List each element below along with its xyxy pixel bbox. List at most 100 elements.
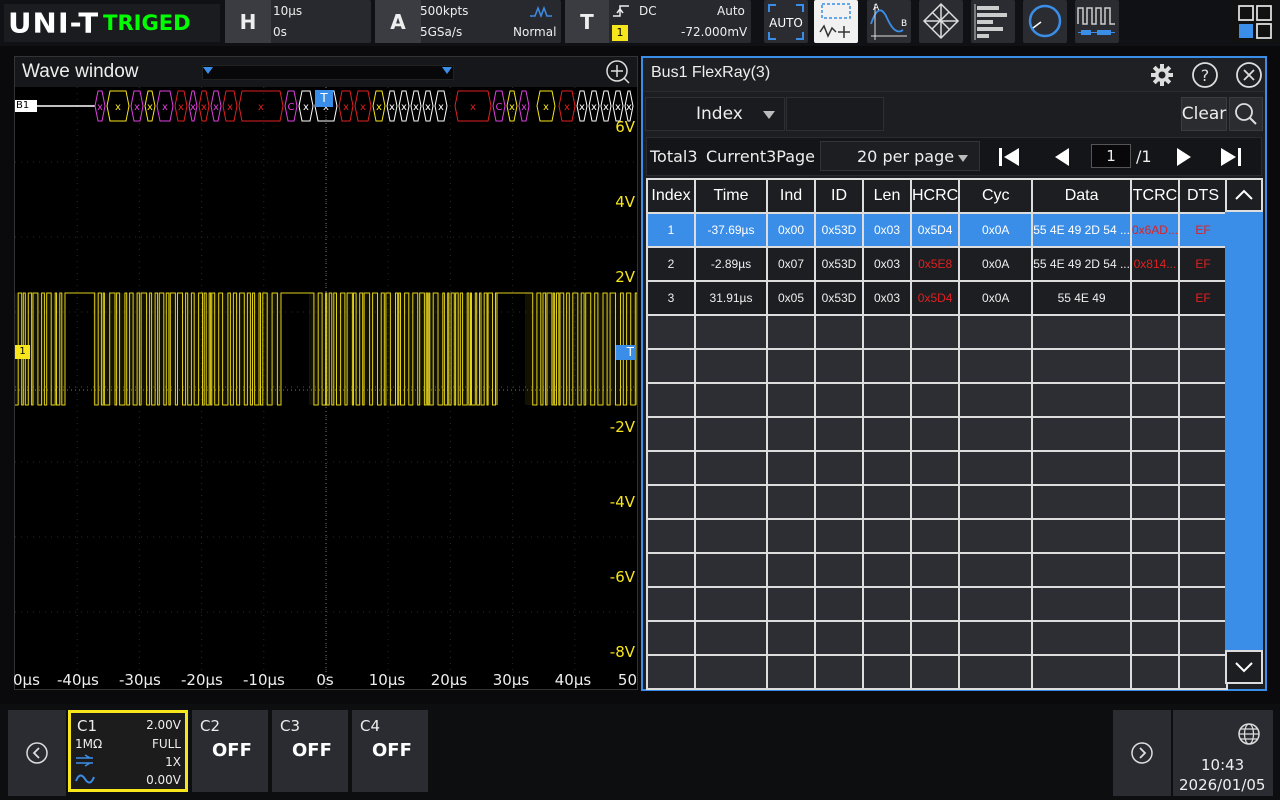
table-row[interactable]: 2 -2.89µs 0x07 0x53D 0x03 0x5E8 0x0A 55 4E 49 2… [646,246,1228,282]
acquire-block[interactable]: A 500kpts 5GSa/s Normal [375,0,561,43]
auto-button[interactable]: AUTO [764,0,808,43]
search-waveform-button[interactable] [1023,0,1067,43]
table-cell-empty [766,518,816,554]
table-cell-empty [766,484,816,520]
search-button[interactable] [1229,97,1263,131]
x-axis-label: 40µs [554,671,592,689]
table-cell-empty [958,416,1034,452]
table-cell-empty [694,620,768,656]
column-header[interactable]: Time [694,178,768,214]
bottom-bar: C1 2.00V 1MΩ FULL 1X 0.00V C2 OFF C3 OFF… [0,704,1280,800]
table-cell-empty [909,484,961,520]
table-cell-empty [814,348,864,384]
table-cell-empty [646,314,696,350]
zoom-in-icon[interactable] [605,59,631,85]
column-header[interactable]: TCRC [1129,178,1180,214]
table-cell-empty [958,518,1034,554]
apps-menu-button[interactable] [1232,0,1278,43]
table-cell-empty [766,348,816,384]
scroll-track[interactable] [1225,212,1263,650]
table-cell-empty [909,620,961,656]
settings-button[interactable] [1148,61,1176,89]
column-header[interactable]: Index [646,178,696,214]
column-header[interactable]: Ind [766,178,816,214]
filter-value-input[interactable] [786,97,884,131]
cursor-icon: AB [870,3,907,40]
per-page-value: 20 per page [857,147,955,166]
svg-text:x: x [425,102,431,113]
per-page-select[interactable]: 20 per page [820,141,980,171]
channel-prev-button[interactable] [8,710,66,796]
svg-text:x: x [438,102,444,113]
column-header[interactable]: Cyc [958,178,1034,214]
channel4-panel[interactable]: C4 OFF [352,710,428,792]
table-row[interactable]: 1 -37.69µs 0x00 0x53D 0x03 0x5D4 0x0A 55 4E 49 … [646,212,1228,248]
page-number-input[interactable]: 1 [1091,144,1131,168]
table-row-empty [646,552,1228,588]
table-cell-empty [1031,654,1132,690]
trigger-position-marker[interactable]: T [315,90,333,107]
table-cell-empty [1031,552,1132,588]
channel2-name: C2 [200,717,221,735]
clock-panel[interactable]: 10:43 2026/01/05 [1173,710,1273,796]
prev-page-icon[interactable] [1053,146,1071,168]
table-cell-empty [1129,416,1180,452]
next-page-icon[interactable] [1175,146,1193,168]
column-header[interactable]: Len [862,178,912,214]
scroll-down-button[interactable] [1225,650,1263,684]
help-button[interactable]: ? [1191,61,1219,89]
bus-label: B1 [15,100,37,112]
svg-text:x: x [591,102,597,113]
channel1-marker[interactable]: 1 [15,345,30,359]
column-header[interactable]: ID [814,178,864,214]
channel-next-button[interactable] [1113,710,1171,796]
table-cell-empty [1177,450,1228,486]
view-end-marker-icon [442,67,452,74]
table-row-empty [646,348,1228,384]
table-cell-empty [862,518,912,554]
math-button[interactable] [919,0,963,43]
wave-window[interactable]: Wave window xxxxxxxxxxxCxxxxxxxxxxxCxxxx… [13,56,638,691]
channel1-offset: 0.00V [146,773,181,787]
scroll-up-button[interactable] [1225,178,1263,212]
trigger-block[interactable]: T DC Auto 1 -72.000mV [565,0,751,43]
decode-button[interactable] [1075,0,1119,43]
table-cell-empty [766,314,816,350]
channel2-panel[interactable]: C2 OFF [192,710,268,792]
channel3-panel[interactable]: C3 OFF [272,710,348,792]
search-icon [1235,103,1257,125]
horizontal-block[interactable]: H 10µs 0s [225,0,371,43]
filter-field-select[interactable]: Index [645,97,785,131]
table-cell-time: -37.69µs [694,212,768,248]
table-cell-empty [909,552,961,588]
table-cell-empty [1177,484,1228,520]
last-page-icon[interactable] [1219,146,1243,168]
table-cell-data: 55 4E 49 2D 54 ... [1031,212,1132,248]
display-button[interactable] [971,0,1015,43]
x-axis-label: -40µs [57,671,99,689]
trigger-level-marker[interactable]: T [616,345,636,360]
close-button[interactable] [1235,61,1263,89]
table-cell-empty [694,552,768,588]
table-row-empty [646,416,1228,452]
measure-button[interactable] [814,0,858,43]
memory-position-bar[interactable] [202,65,454,80]
table-cell-empty [909,654,961,690]
table-cell-empty [694,382,768,418]
table-row-empty [646,484,1228,520]
column-header[interactable]: DTS [1177,178,1228,214]
waveform-plot[interactable]: xxxxxxxxxxxCxxxxxxxxxxxCxxxxxxxxx 6V 4V 2V… [13,87,637,691]
table-cell-ind: 0x07 [766,246,816,282]
table-scrollbar[interactable] [1225,178,1263,684]
cursor-button[interactable]: AB [867,0,911,43]
table-cell-empty [1129,518,1180,554]
first-page-icon[interactable] [997,146,1021,168]
channel1-panel[interactable]: C1 2.00V 1MΩ FULL 1X 0.00V [68,710,188,792]
column-header[interactable]: Data [1031,178,1132,214]
table-cell-empty [694,518,768,554]
clear-button[interactable]: Clear [1181,97,1227,131]
table-cell-empty [814,552,864,588]
column-header[interactable]: HCRC [909,178,961,214]
table-row[interactable]: 3 31.91µs 0x05 0x53D 0x03 0x5D4 0x0A 55 4E 49 EF [646,280,1228,316]
svg-text:x: x [147,102,153,113]
